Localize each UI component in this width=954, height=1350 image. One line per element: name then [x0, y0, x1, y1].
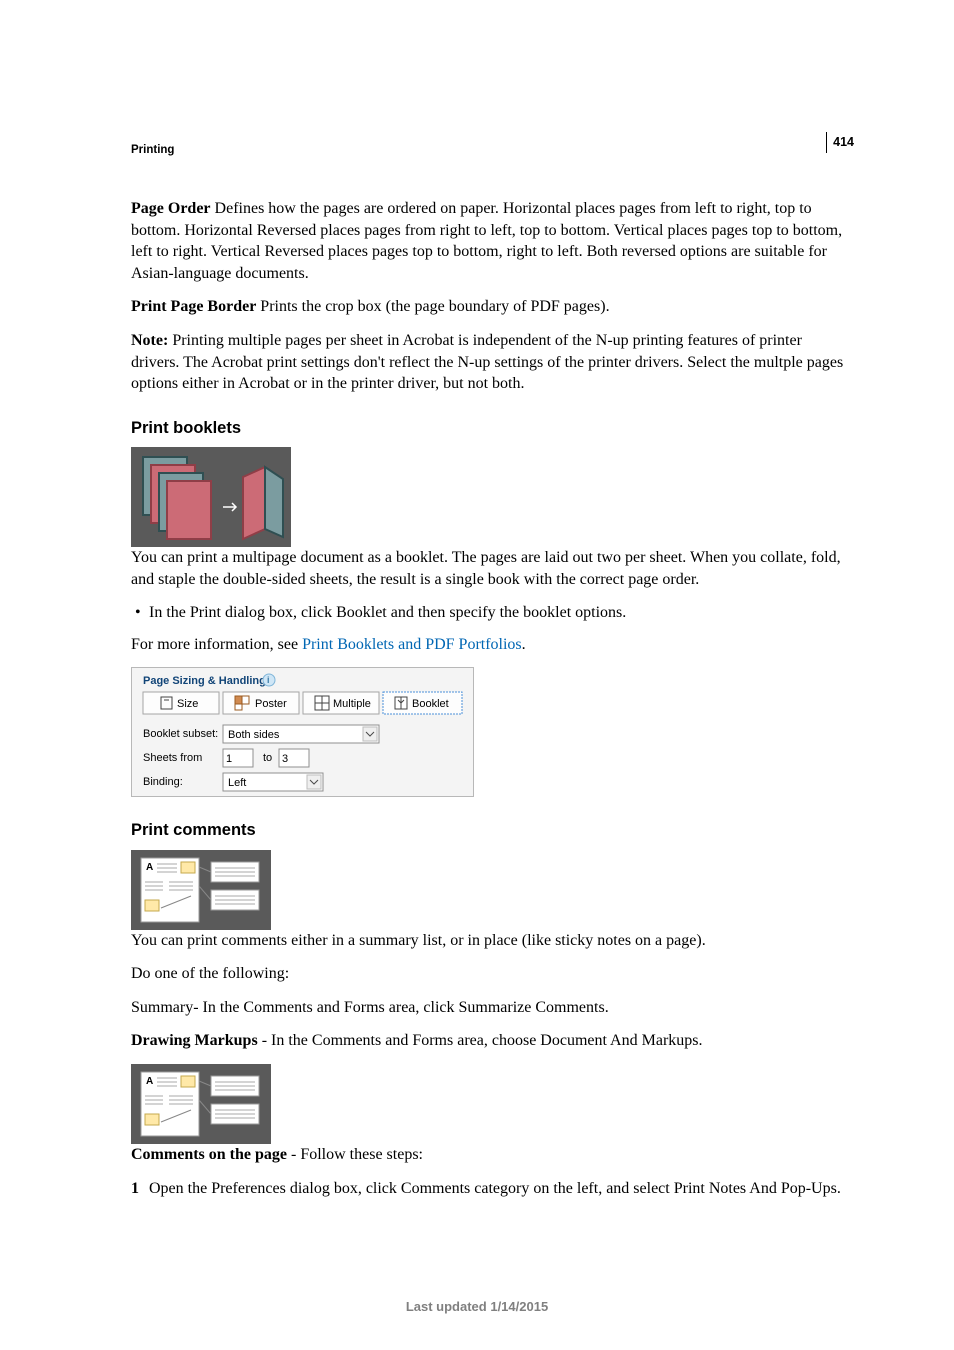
booklets-bullet-list: In the Print dialog box, click Booklet a…	[131, 602, 854, 624]
page-order-body: Defines how the pages are ordered on pap…	[131, 200, 842, 282]
booklet-subset-label: Booklet subset:	[143, 728, 218, 740]
svg-text:Booklet: Booklet	[412, 698, 449, 710]
comments-onpage-steps: Open the Preferences dialog box, click C…	[131, 1178, 854, 1200]
page-footer: Last updated 1/14/2015	[0, 1298, 954, 1316]
svg-text:3: 3	[282, 753, 288, 765]
page-number: 414	[826, 132, 854, 153]
comments-drawing-para: Drawing Markups - In the Comments and Fo…	[131, 1030, 854, 1052]
svg-text:1: 1	[226, 753, 232, 765]
more-info-prefix: For more information, see	[131, 636, 302, 653]
booklets-bullet-item: In the Print dialog box, click Booklet a…	[153, 602, 854, 624]
booklet-subset-dropdown[interactable]: Both sides	[223, 725, 379, 743]
comments-illustration-1: A	[131, 850, 854, 930]
svg-text:A: A	[146, 1076, 153, 1087]
binding-label: Binding:	[143, 776, 183, 788]
comments-onpage-body: - Follow these steps:	[287, 1146, 423, 1163]
drawing-markups-body: - In the Comments and Forms area, choose…	[258, 1032, 703, 1049]
note-para: Note: Printing multiple pages per sheet …	[131, 330, 854, 395]
print-page-border-label: Print Page Border	[131, 298, 256, 315]
booklet-illustration	[131, 447, 854, 547]
sheets-from-label: Sheets from	[143, 752, 202, 764]
comments-onpage-para: Comments on the page - Follow these step…	[131, 1144, 854, 1166]
print-booklets-heading: Print booklets	[131, 417, 854, 439]
comments-step-1: Open the Preferences dialog box, click C…	[153, 1178, 854, 1200]
svg-text:A: A	[146, 862, 153, 873]
tab-poster[interactable]: Poster	[223, 692, 299, 714]
page-order-label: Page Order	[131, 200, 211, 217]
dialog-title: Page Sizing & Handling	[143, 675, 266, 687]
svg-text:Left: Left	[228, 777, 246, 789]
sheets-from-input[interactable]: 1	[223, 749, 253, 767]
print-page-border-para: Print Page Border Prints the crop box (t…	[131, 296, 854, 318]
print-page-border-body: Prints the crop box (the page boundary o…	[256, 298, 609, 315]
body-content: Page Order Defines how the pages are ord…	[131, 198, 854, 1199]
note-body: Printing multiple pages per sheet in Acr…	[131, 332, 843, 392]
sheets-to-label: to	[263, 752, 272, 764]
tab-size[interactable]: Size	[143, 692, 219, 714]
comments-summary-para: Summary- In the Comments and Forms area,…	[131, 997, 854, 1019]
comments-illustration-2: A	[131, 1064, 854, 1144]
note-label: Note:	[131, 332, 168, 349]
running-header: Printing	[131, 143, 174, 159]
info-icon[interactable]: i	[267, 675, 270, 685]
comments-onpage-label: Comments on the page	[131, 1146, 287, 1163]
tab-booklet[interactable]: Booklet	[383, 692, 462, 714]
svg-text:Multiple: Multiple	[333, 698, 371, 710]
print-comments-heading: Print comments	[131, 819, 854, 841]
page-order-para: Page Order Defines how the pages are ord…	[131, 198, 854, 284]
comments-do-one-para: Do one of the following:	[131, 963, 854, 985]
booklets-portfolios-link[interactable]: Print Booklets and PDF Portfolios	[302, 636, 522, 653]
drawing-markups-label: Drawing Markups	[131, 1032, 258, 1049]
more-info-suffix: .	[522, 636, 526, 653]
page-sizing-dialog-figure: Page Sizing & Handling i Size Poster	[131, 667, 854, 797]
binding-dropdown[interactable]: Left	[223, 773, 323, 791]
svg-text:Size: Size	[177, 698, 198, 710]
booklets-more-info-para: For more information, see Print Booklets…	[131, 634, 854, 656]
sheets-to-input[interactable]: 3	[279, 749, 309, 767]
comments-intro-para: You can print comments either in a summa…	[131, 930, 854, 952]
tab-multiple[interactable]: Multiple	[303, 692, 379, 714]
svg-text:Both sides: Both sides	[228, 729, 280, 741]
booklets-intro-para: You can print a multipage document as a …	[131, 547, 854, 590]
svg-text:Poster: Poster	[255, 698, 287, 710]
